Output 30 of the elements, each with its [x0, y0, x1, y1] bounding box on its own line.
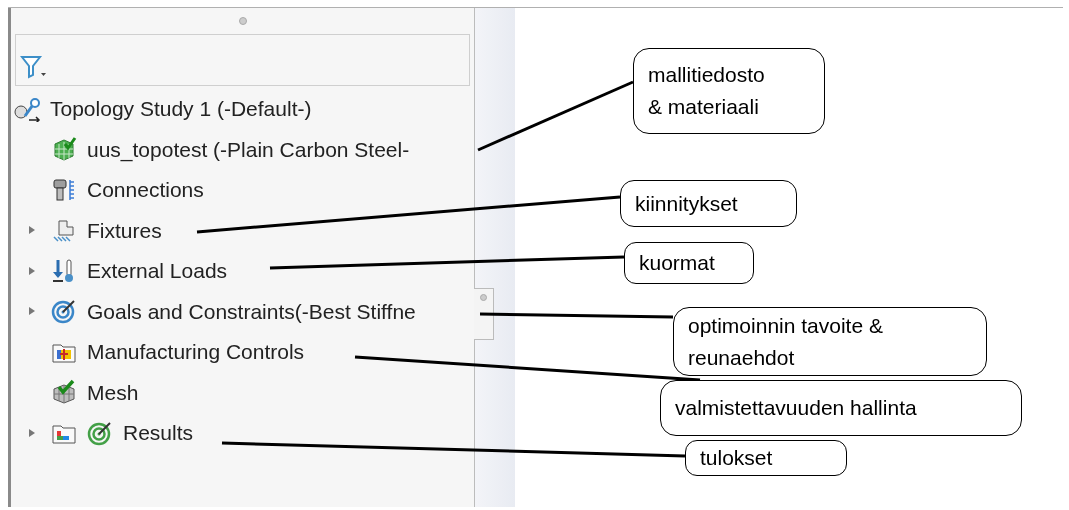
- target-icon: [87, 419, 113, 446]
- mesh-icon: [51, 379, 77, 406]
- resize-handle-icon[interactable]: [238, 17, 247, 25]
- expand-arrow-icon[interactable]: [28, 306, 36, 317]
- expand-arrow-icon[interactable]: [28, 225, 36, 236]
- expand-arrow-icon[interactable]: [28, 427, 36, 438]
- tree-item-label[interactable]: uus_topotest (-Plain Carbon Steel-: [87, 133, 410, 165]
- tree-item-label[interactable]: Goals and Constraints(-Best Stiffne: [87, 295, 416, 327]
- callout-text: valmistettavuuden hallinta: [675, 395, 918, 421]
- callout-text: kuormat: [639, 250, 716, 276]
- bolt-icon: [51, 176, 77, 203]
- expand-arrow-icon[interactable]: [28, 265, 36, 276]
- study-icon: [13, 96, 43, 122]
- tree-item-label[interactable]: Results: [123, 417, 194, 449]
- filter-icon: [20, 53, 48, 81]
- callout-text: tulokset: [700, 445, 774, 471]
- target-icon: [51, 298, 77, 325]
- part-icon: [51, 136, 77, 163]
- callout-text: kiinnitykset: [635, 190, 739, 217]
- tree-item-label[interactable]: Fixtures: [87, 214, 162, 246]
- fixture-icon: [51, 217, 77, 244]
- callout-text: mallitiedosto: [648, 62, 766, 88]
- callout-text: reunaehdot: [688, 344, 796, 371]
- tree-item-label[interactable]: Topology Study 1 (-Default-): [50, 93, 312, 125]
- callout-text: & materiaali: [648, 94, 760, 120]
- tree-item-label[interactable]: Mesh: [87, 376, 139, 408]
- tree-item-label[interactable]: External Loads: [87, 255, 228, 287]
- callout-text: optimoinnin tavoite &: [688, 312, 884, 339]
- tree-item-label[interactable]: Connections: [87, 174, 204, 206]
- tree-item-label[interactable]: Manufacturing Controls: [87, 336, 305, 368]
